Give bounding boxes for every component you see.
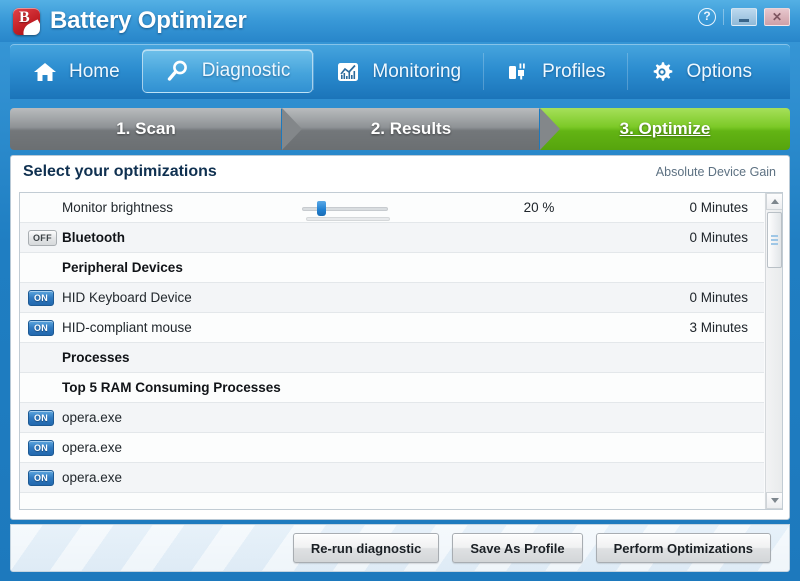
brightness-slider[interactable]	[302, 200, 390, 221]
toggle-badge-on[interactable]: ON	[28, 320, 54, 336]
divider	[723, 9, 724, 25]
optimizations-list: Monitor brightness 20 % 0 Minutes OFF Bl…	[19, 192, 783, 510]
step-tab-scan[interactable]: 1. Scan	[10, 108, 302, 150]
slider-thumb[interactable]	[317, 200, 326, 216]
re-run-diagnostic-button[interactable]: Re-run diagnostic	[292, 533, 440, 563]
title-bar: B Battery Optimizer ? ✕	[0, 0, 800, 42]
row-toggle-cell: ON	[20, 469, 62, 486]
chart-icon	[335, 59, 361, 85]
row-control	[294, 200, 474, 221]
minimize-button[interactable]	[731, 8, 757, 26]
nav-item-diagnostic[interactable]: Diagnostic	[141, 49, 314, 93]
perform-optimizations-button[interactable]: Perform Optimizations	[595, 533, 771, 563]
row-label: Processes	[62, 350, 130, 365]
nav-item-options[interactable]: Options	[627, 44, 773, 99]
save-as-profile-button[interactable]: Save As Profile	[452, 533, 583, 563]
content-panel: Select your optimizations Absolute Devic…	[10, 155, 790, 520]
nav-item-label: Home	[69, 60, 120, 82]
list-item-empty	[20, 493, 764, 509]
scroll-up-icon[interactable]	[766, 193, 782, 210]
slider-track	[302, 206, 388, 211]
gear-icon	[649, 59, 675, 85]
row-toggle-cell: ON	[20, 289, 62, 306]
help-icon[interactable]: ?	[698, 8, 716, 26]
app-logo-icon: B	[13, 7, 40, 35]
slider-shadow	[306, 216, 390, 221]
row-label: HID Keyboard Device	[62, 290, 192, 305]
nav-item-monitoring[interactable]: Monitoring	[313, 44, 483, 99]
step-label: 3. Optimize	[619, 119, 711, 138]
nav-item-profiles[interactable]: Profiles	[483, 44, 627, 99]
app-window: B Battery Optimizer ? ✕ Home Diagnostic …	[0, 0, 800, 581]
scroll-down-icon[interactable]	[766, 492, 782, 509]
row-minutes: 0 Minutes	[689, 200, 748, 215]
column-header-gain: Absolute Device Gain	[655, 165, 776, 179]
footer-bar: Re-run diagnostic Save As Profile Perfor…	[10, 524, 790, 572]
row-label: opera.exe	[62, 470, 123, 485]
toggle-badge-on[interactable]: ON	[28, 470, 54, 486]
row-label: Peripheral Devices	[62, 260, 183, 275]
nav-item-label: Profiles	[542, 60, 606, 82]
step-bar: 1. Scan 2. Results 3. Optimize	[10, 108, 790, 150]
row-toggle-cell: OFF	[20, 229, 62, 246]
list-item[interactable]: ON opera.exe	[20, 433, 764, 463]
row-label: Monitor brightness	[62, 200, 174, 215]
toggle-badge-on[interactable]: ON	[28, 410, 54, 426]
list-rows: Monitor brightness 20 % 0 Minutes OFF Bl…	[20, 193, 764, 509]
list-item[interactable]: OFF Bluetooth 0 Minutes	[20, 223, 764, 253]
step-tab-optimize[interactable]: 3. Optimize	[539, 108, 790, 150]
nav-item-label: Monitoring	[372, 60, 462, 82]
window-controls: ? ✕	[698, 8, 790, 26]
step-label: 2. Results	[370, 119, 452, 138]
row-label: Bluetooth	[62, 230, 125, 245]
toggle-badge-on[interactable]: ON	[28, 290, 54, 306]
nav-item-label: Diagnostic	[201, 60, 291, 81]
row-toggle-cell: ON	[20, 409, 62, 426]
row-label: opera.exe	[62, 440, 123, 455]
row-toggle-cell: ON	[20, 439, 62, 456]
vertical-scrollbar[interactable]	[765, 193, 782, 509]
step-label: 1. Scan	[116, 119, 176, 138]
plug-icon	[505, 59, 531, 85]
step-arrow-icon	[282, 108, 302, 150]
step-arrow-icon	[540, 108, 560, 150]
row-label: opera.exe	[62, 410, 123, 425]
row-minutes: 0 Minutes	[689, 290, 748, 305]
toggle-badge-on[interactable]: ON	[28, 440, 54, 456]
list-item[interactable]: Monitor brightness 20 % 0 Minutes	[20, 193, 764, 223]
list-item[interactable]: ON HID-compliant mouse 3 Minutes	[20, 313, 764, 343]
list-item[interactable]: Peripheral Devices	[20, 253, 764, 283]
row-label: Top 5 RAM Consuming Processes	[62, 380, 281, 395]
app-title: Battery Optimizer	[50, 7, 247, 34]
row-minutes: 3 Minutes	[689, 320, 748, 335]
magnifier-icon	[165, 58, 191, 84]
main-nav: Home Diagnostic Monitoring Profiles Opti…	[10, 44, 790, 99]
scrollbar-thumb[interactable]	[767, 212, 782, 268]
toggle-badge-off[interactable]: OFF	[28, 230, 57, 246]
close-button[interactable]: ✕	[764, 8, 790, 26]
nav-item-label: Options	[686, 60, 752, 82]
list-item[interactable]: ON opera.exe	[20, 403, 764, 433]
home-icon	[32, 59, 58, 85]
app-logo-letter: B	[19, 8, 30, 26]
row-toggle-cell: ON	[20, 319, 62, 336]
list-item[interactable]: ON HID Keyboard Device 0 Minutes	[20, 283, 764, 313]
row-minutes: 0 Minutes	[689, 230, 748, 245]
panel-header: Select your optimizations Absolute Devic…	[11, 156, 789, 188]
step-tab-results[interactable]: 2. Results	[281, 108, 560, 150]
page-title: Select your optimizations	[23, 163, 217, 180]
list-item[interactable]: Processes	[20, 343, 764, 373]
list-item[interactable]: Top 5 RAM Consuming Processes	[20, 373, 764, 403]
nav-item-home[interactable]: Home	[10, 44, 142, 99]
list-item[interactable]: ON opera.exe	[20, 463, 764, 493]
row-percent: 20 %	[523, 200, 555, 215]
row-label: HID-compliant mouse	[62, 320, 192, 335]
